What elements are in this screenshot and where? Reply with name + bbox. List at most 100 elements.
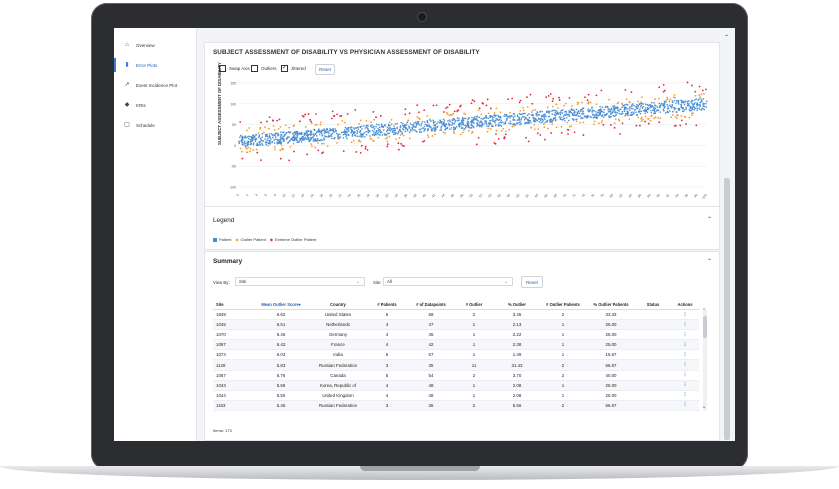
patient-point	[613, 109, 616, 111]
patient-point	[393, 129, 395, 132]
row-actions-menu[interactable]: ⋮	[671, 400, 699, 411]
patient-point	[397, 131, 400, 133]
patient-point	[375, 126, 377, 128]
sidebar-item-overview[interactable]: ⌂ Overview	[114, 38, 196, 52]
sidebar-item-event-incidence-plot[interactable]: ↗ Event Incidence Plot	[114, 78, 196, 92]
extreme-outlier-point	[397, 148, 400, 151]
table-row[interactable]: 1043 5.69 Korea, Republic of 4 48 1 2.08 1 25.00…	[213, 380, 699, 391]
table-row[interactable]: 1067 5.76 Canada 5 54 2 3.70 2 40.00 ⋮	[213, 370, 699, 381]
y-tick-label: 150	[230, 82, 236, 86]
chevron-up-icon[interactable]: ⌃	[707, 216, 712, 223]
patient-point	[451, 121, 454, 124]
patient-point	[559, 113, 562, 116]
table-cell: Canada	[311, 370, 365, 381]
sidebar-item-kris[interactable]: ◆ KRIs	[114, 98, 196, 112]
outliers-checkbox[interactable]	[251, 65, 258, 72]
col-pct-outlier[interactable]: % Outlier	[495, 300, 539, 310]
patient-point	[297, 141, 300, 143]
patient-point	[244, 137, 247, 139]
sidebar-item-schedule[interactable]: ▢ Schedule	[114, 118, 196, 132]
table-row[interactable]: 1074 6.03 India 6 67 1 1.49 1 16.67 ⋮	[213, 349, 699, 361]
patient-point	[327, 130, 329, 133]
x-tick-label: 22	[337, 193, 342, 198]
row-actions-menu[interactable]: ⋮	[671, 339, 699, 351]
table-scrollbar[interactable]	[703, 316, 707, 338]
row-actions-menu[interactable]: ⋮	[671, 370, 699, 381]
view-by-select[interactable]: Site ⌄	[235, 277, 365, 286]
table-row[interactable]: 1849 6.62 United States 6 58 2 3.45 2 33.33 ⋮	[213, 309, 699, 321]
outlier-point	[487, 127, 490, 130]
table-cell	[635, 400, 671, 411]
table-row[interactable]: 1097 6.42 France 4 42 1 2.38 1 25.00 ⋮	[213, 339, 699, 351]
patient-point	[559, 117, 562, 120]
jittered-option[interactable]: ✓ Jittered	[281, 65, 306, 72]
swap-axis-option[interactable]: Swap Axis	[219, 65, 250, 72]
col-outlier-patients[interactable]: # Outlier Patients	[539, 300, 587, 310]
sidebar-item-error-plots[interactable]: ▮ Error Plots	[114, 58, 198, 72]
table-row[interactable]: 1045 6.51 Netherlands 4 47 1 2.13 1 25.00 ⋮	[213, 319, 699, 331]
table-cell: 2	[453, 400, 495, 411]
patient-point	[480, 126, 483, 128]
table-cell: 48	[409, 380, 453, 391]
extreme-outlier-point	[310, 120, 313, 123]
patient-point	[476, 123, 479, 126]
extreme-outlier-point	[695, 124, 698, 127]
table-cell: 1067	[213, 370, 251, 381]
jittered-checkbox[interactable]: ✓	[281, 65, 288, 72]
patient-point	[491, 124, 493, 127]
table-row[interactable]: 1044 5.50 United Kingdom 4 48 1 2.08 1 25.00 ⋮	[213, 390, 699, 401]
outlier-point	[240, 150, 243, 153]
col-pct-outlier-patients[interactable]: % Outlier Patients	[587, 300, 635, 310]
patient-point	[622, 105, 625, 107]
legend-title: Legend	[213, 217, 235, 224]
outlier-point	[505, 130, 507, 133]
row-actions-menu[interactable]: ⋮	[671, 319, 699, 331]
table-row[interactable]: 1163 5.45 Russian Federation 3 36 2 5.56 2 66.67…	[213, 400, 699, 411]
patient-point	[318, 129, 320, 131]
patient-point	[512, 112, 515, 115]
col-country[interactable]: Country	[311, 300, 365, 310]
patient-point	[274, 138, 277, 141]
x-tick-label: 98	[693, 193, 698, 198]
patient-point	[292, 139, 294, 141]
patient-point	[694, 99, 696, 101]
patient-point	[285, 138, 288, 140]
row-actions-menu[interactable]: ⋮	[671, 380, 699, 391]
page-scroll-up-icon[interactable]: ⌃	[724, 34, 729, 41]
col-mean-outlier-score[interactable]: Mean Outlier Score▾	[251, 300, 311, 310]
col-datapoints[interactable]: # of Datapoints	[409, 300, 453, 310]
outlier-point	[284, 124, 287, 127]
col-outlier[interactable]: # Outlier	[453, 300, 495, 310]
col-status[interactable]: Status	[635, 300, 671, 310]
scroll-down-icon[interactable]: ⌄	[702, 404, 706, 410]
patient-point	[249, 135, 251, 138]
row-actions-menu[interactable]: ⋮	[671, 390, 699, 401]
patient-point	[652, 109, 654, 112]
patient-point	[241, 135, 243, 138]
col-patients[interactable]: # Patients	[365, 300, 409, 310]
extreme-outlier-point	[256, 151, 259, 154]
col-site[interactable]: Site	[213, 300, 251, 310]
row-actions-menu[interactable]: ⋮	[671, 359, 699, 371]
extreme-outlier-point	[478, 107, 481, 110]
page-scrollbar[interactable]	[724, 178, 730, 440]
patient-point	[242, 139, 244, 141]
row-actions-menu[interactable]: ⋮	[671, 309, 699, 321]
patient-point	[373, 133, 375, 135]
shield-icon: ◆	[124, 102, 130, 108]
summary-reset-button[interactable]: Reset	[521, 276, 543, 288]
chevron-up-icon[interactable]: ⌃	[707, 258, 712, 265]
x-tick-label: 34	[394, 193, 399, 198]
patient-point	[331, 128, 333, 131]
table-row[interactable]: 1128 5.83 Russian Federation 3 35 11 31.43 2 66.…	[213, 359, 699, 371]
table-row[interactable]: 1070 6.46 Germany 4 45 1 2.22 1 25.00 ⋮	[213, 329, 699, 341]
outlier-point	[277, 127, 280, 130]
patient-point	[667, 107, 670, 110]
row-actions-menu[interactable]: ⋮	[671, 349, 699, 361]
row-actions-menu[interactable]: ⋮	[671, 329, 699, 341]
chart-reset-button[interactable]: Reset	[315, 64, 335, 75]
patient-point	[388, 129, 390, 131]
site-select[interactable]: All ⌄	[383, 277, 513, 286]
scroll-up-icon[interactable]: ⌃	[702, 308, 706, 314]
outliers-option[interactable]: Outliers	[251, 65, 277, 72]
